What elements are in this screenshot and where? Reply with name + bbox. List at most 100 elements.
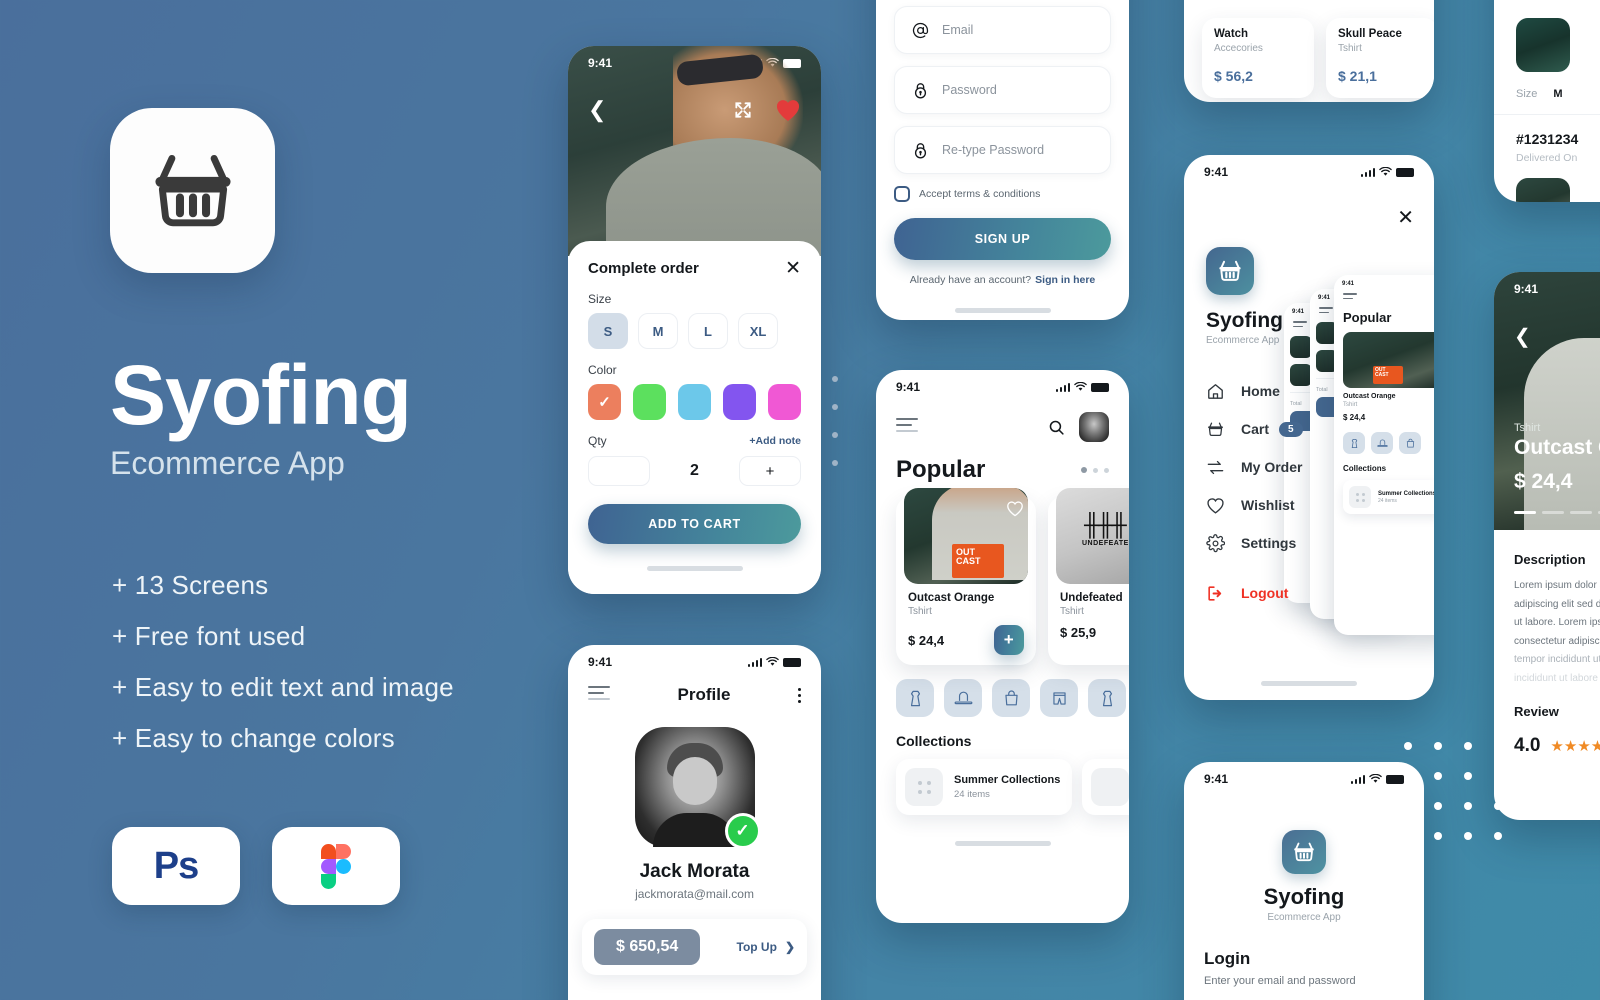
cart-item-name: Watch	[1214, 28, 1249, 40]
signin-link[interactable]: Sign in here	[1035, 274, 1095, 286]
add-to-cart-button[interactable]: ADD TO CART	[588, 504, 801, 544]
sidebar-item-logout[interactable]: Logout	[1206, 574, 1434, 612]
gear-icon	[1206, 533, 1225, 552]
topup-label: Top Up	[736, 940, 777, 954]
battery-icon	[783, 657, 801, 667]
color-option-purple[interactable]	[723, 384, 756, 420]
login-brand: Syofing	[1263, 884, 1345, 909]
sidebar-item-home[interactable]: Home	[1206, 372, 1434, 410]
sidebar-item-settings[interactable]: Settings	[1206, 524, 1434, 562]
add-note-button[interactable]: +Add note	[749, 435, 801, 447]
password-field[interactable]: Password	[894, 66, 1111, 114]
header-actions	[1048, 412, 1109, 442]
color-option-pink[interactable]	[768, 384, 801, 420]
signup-form: Email Password Re-type Password Accept t…	[876, 0, 1129, 286]
profile-name: Jack Morata	[639, 861, 750, 882]
transfer-icon	[1207, 460, 1224, 474]
status-icons	[1350, 774, 1404, 784]
collection-text: Summer Collections 24 items	[954, 774, 1060, 800]
grid-dots-icon	[917, 780, 931, 794]
product-shirt	[1524, 338, 1600, 530]
collection-card[interactable]	[1082, 759, 1129, 815]
qty-decrement-button[interactable]	[588, 456, 650, 486]
accept-terms-row[interactable]: Accept terms & conditions	[894, 186, 1111, 202]
close-icon[interactable]: ✕	[785, 259, 801, 278]
expand-icon[interactable]	[733, 100, 753, 120]
undefeated-logo: ╫╫╫	[1084, 512, 1127, 537]
search-icon[interactable]	[1048, 419, 1065, 436]
heart-icon[interactable]	[1006, 500, 1024, 517]
size-option-m[interactable]: M	[638, 313, 678, 349]
status-time: 9:41	[588, 655, 613, 669]
category-shorts[interactable]	[1040, 679, 1078, 717]
signup-button[interactable]: SIGN UP	[894, 218, 1111, 260]
hero-toolbar: ❮	[568, 98, 821, 122]
product-hero-image: 9:41 ❮	[568, 46, 821, 256]
collection-card[interactable]: Summer Collections 24 items	[896, 759, 1072, 815]
home-icon	[1208, 383, 1223, 399]
qty-increment-button[interactable]: +	[739, 456, 801, 486]
qty-row: Qty +Add note	[588, 434, 801, 448]
product-category: Tshirt	[1060, 606, 1084, 617]
avatar[interactable]	[1079, 412, 1109, 442]
category-dress[interactable]	[896, 679, 934, 717]
login-heading: Login	[1204, 949, 1251, 968]
terms-checkbox[interactable]	[894, 186, 910, 202]
category-hat[interactable]	[944, 679, 982, 717]
sidebar-item-wishlist[interactable]: Wishlist	[1206, 486, 1434, 524]
color-option-green[interactable]	[633, 384, 666, 420]
cart-item[interactable]: Watch Accecories $ 56,2	[1202, 18, 1314, 98]
product-price: $ 24,4	[908, 632, 945, 648]
product-price: $ 25,9	[1060, 625, 1097, 640]
carousel-dots	[1081, 467, 1109, 473]
retype-password-field[interactable]: Re-type Password	[894, 126, 1111, 174]
decor-dots-mid	[832, 376, 838, 466]
topup-button[interactable]: Top Up ❯	[737, 940, 796, 954]
heart-filled-icon[interactable]	[775, 98, 801, 122]
close-icon[interactable]: ✕	[1397, 205, 1414, 230]
image-pager	[1514, 511, 1600, 514]
order-delivered-label: Delivered On	[1516, 152, 1578, 164]
dress-icon	[1102, 690, 1112, 706]
product-card[interactable]: OUT CAST Outcast Orange Tshirt $ 24,4 +	[896, 488, 1036, 665]
collection-thumb	[1091, 768, 1129, 806]
more-vertical-icon[interactable]	[798, 687, 801, 703]
hamburger-icon[interactable]	[896, 418, 918, 436]
color-option-blue[interactable]	[678, 384, 711, 420]
sidebar-item-my-order[interactable]: My Order	[1206, 448, 1434, 486]
detail-category: Tshirt	[1514, 422, 1541, 434]
feature-list: + 13 Screens + Free font used + Easy to …	[112, 570, 454, 774]
cart-item-price: $ 56,2	[1214, 68, 1253, 84]
back-icon[interactable]: ❮	[1514, 324, 1531, 349]
sidebar-item-label: Wishlist	[1241, 497, 1295, 513]
photoshop-label: Ps	[153, 844, 199, 887]
detail-product-name: Outcast Orange	[1514, 436, 1600, 459]
drawer-menu: Home Cart 5 My Order Wishlist Settings L…	[1206, 372, 1434, 612]
category-dress-2[interactable]	[1088, 679, 1126, 717]
back-icon[interactable]: ❮	[588, 99, 606, 121]
sidebar-item-cart[interactable]: Cart 5	[1206, 410, 1434, 448]
review-title: Review	[1514, 704, 1559, 719]
color-option-orange[interactable]: ✓	[588, 384, 621, 420]
cart-screen: Watch Accecories $ 56,2 Skull Peace Tshi…	[1184, 0, 1434, 102]
description-line: ut labore. Lorem ipsum dolor	[1514, 617, 1600, 628]
add-to-cart-button[interactable]: +	[994, 625, 1024, 655]
chevron-right-icon: ❯	[784, 940, 795, 954]
email-field[interactable]: Email	[894, 6, 1111, 54]
popular-header	[876, 396, 1129, 442]
feature-item: + Easy to edit text and image	[112, 672, 454, 702]
lock-icon	[914, 82, 927, 98]
size-option-s[interactable]: S	[588, 313, 628, 349]
product-card-list: OUT CAST Outcast Orange Tshirt $ 24,4 + ╫…	[876, 484, 1129, 665]
wifi-icon	[1379, 167, 1392, 176]
size-option-l[interactable]: L	[688, 313, 728, 349]
size-option-xl[interactable]: XL	[738, 313, 778, 349]
app-icon	[110, 108, 275, 273]
product-card[interactable]: ╫╫╫ UNDEFEATED Undefeated Tshirt $ 25,9	[1048, 488, 1129, 665]
hamburger-icon[interactable]	[588, 686, 610, 704]
decor-dots-right	[1404, 742, 1502, 840]
cart-item[interactable]: Skull Peace Tshirt $ 21,1	[1326, 18, 1434, 98]
hat-icon	[954, 691, 972, 704]
category-bag[interactable]	[992, 679, 1030, 717]
description-title: Description	[1514, 552, 1586, 567]
